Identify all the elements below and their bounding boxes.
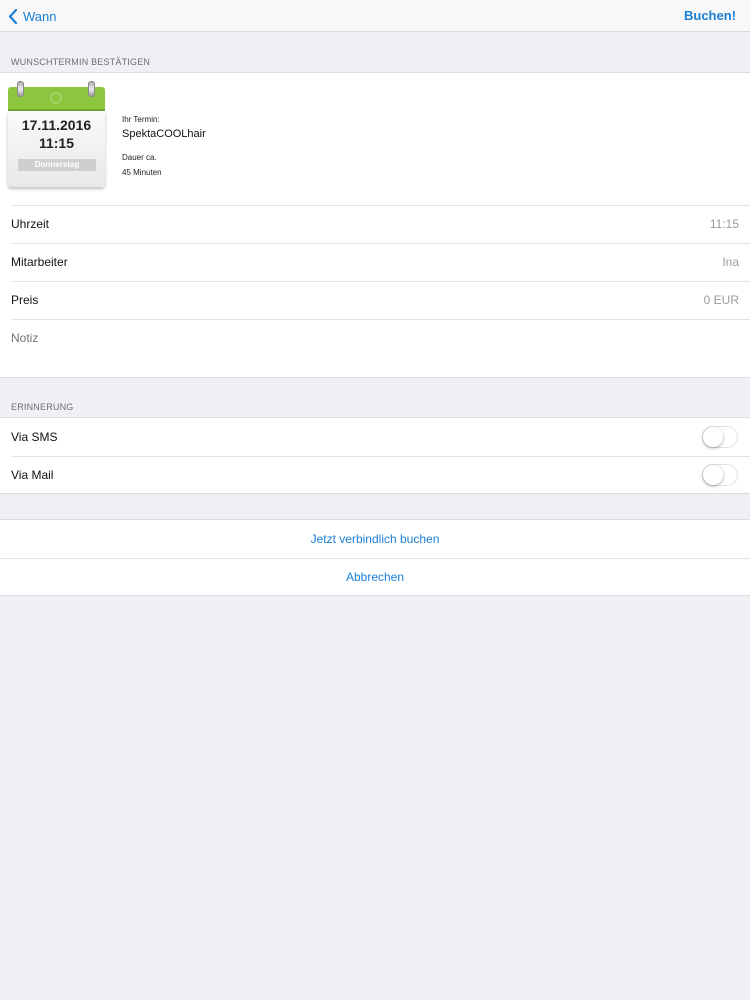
row-note[interactable]	[0, 319, 750, 377]
row-price-label: Preis	[11, 293, 39, 307]
row-employee-value: Ina	[722, 255, 739, 269]
appointment-details-group: 17.11.2016 11:15 Donnerstag Ihr Termin: …	[0, 72, 750, 378]
navigation-bar: Wann Buchen!	[0, 0, 750, 32]
calendar-date: 17.11.2016	[21, 117, 92, 133]
row-price-value: 0 EUR	[703, 293, 739, 307]
calendar-icon: 17.11.2016 11:15 Donnerstag	[8, 81, 105, 193]
row-separator	[11, 456, 750, 457]
sms-toggle[interactable]	[702, 426, 738, 448]
row-separator	[11, 243, 750, 244]
calendar-logo-icon	[50, 92, 62, 104]
calendar-ring-left	[17, 81, 24, 97]
mail-toggle[interactable]	[702, 464, 738, 486]
duration-value: 45 Minuten	[122, 168, 162, 177]
actions-group: Jetzt verbindlich buchen Abbrechen	[0, 519, 750, 596]
book-button[interactable]: Jetzt verbindlich buchen	[0, 532, 750, 546]
toggle-knob	[703, 465, 723, 485]
row-price: Preis 0 EUR	[0, 281, 750, 319]
cancel-button[interactable]: Abbrechen	[0, 570, 750, 584]
book-button-row[interactable]: Jetzt verbindlich buchen	[0, 520, 750, 558]
note-input[interactable]	[11, 331, 611, 345]
cancel-button-row[interactable]: Abbrechen	[0, 558, 750, 596]
row-time: Uhrzeit 11:15	[0, 205, 750, 243]
row-time-label: Uhrzeit	[11, 217, 50, 231]
duration-label: Dauer ca.	[122, 153, 157, 162]
book-nav-button[interactable]: Buchen!	[684, 8, 736, 23]
section-header-confirm: WUNSCHTERMIN BESTÄTIGEN	[11, 57, 151, 67]
back-button-label: Wann	[23, 8, 57, 24]
row-mail: Via Mail	[0, 456, 750, 494]
row-separator	[11, 205, 750, 206]
row-separator	[0, 558, 750, 559]
sms-label: Via SMS	[11, 430, 58, 444]
row-employee[interactable]: Mitarbeiter Ina	[0, 243, 750, 281]
row-sms: Via SMS	[0, 418, 750, 456]
salon-name: SpektaCOOLhair	[122, 128, 206, 140]
back-button[interactable]: Wann	[8, 7, 56, 25]
mail-label: Via Mail	[11, 468, 54, 482]
chevron-left-icon	[8, 8, 17, 24]
row-time-value: 11:15	[709, 217, 739, 231]
appointment-label: Ihr Termin:	[122, 115, 160, 124]
row-separator	[11, 281, 750, 282]
row-employee-label: Mitarbeiter	[11, 255, 68, 269]
calendar-weekday: Donnerstag	[18, 159, 96, 171]
calendar-ring-right	[88, 81, 95, 97]
calendar-time: 11:15	[38, 135, 75, 151]
toggle-knob	[703, 427, 723, 447]
reminder-group: Via SMS Via Mail	[0, 417, 750, 494]
section-header-reminder: ERINNERUNG	[11, 402, 74, 412]
row-separator	[11, 319, 750, 320]
